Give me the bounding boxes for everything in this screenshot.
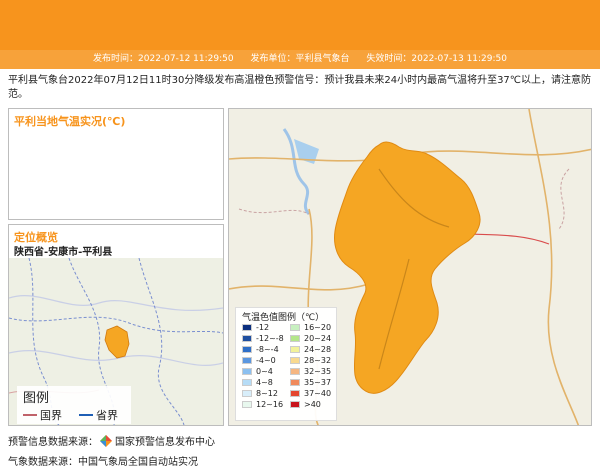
legend-item-label: 省界 (96, 409, 118, 422)
header-banner (0, 0, 600, 50)
temperature-legend-swatch (242, 346, 252, 353)
warning-area-map[interactable]: 气温色值图例（℃） -12 16~20 -12~-8 20~24 -8~-4 24~28-… (228, 108, 592, 426)
legend-item-national-border: 国界 (23, 407, 62, 423)
temperature-legend-swatch (290, 390, 300, 397)
temperature-legend-swatch (290, 379, 300, 386)
temperature-legend-item: -12~-8 (242, 334, 290, 343)
warning-source-line: 预警信息数据来源： 国家预警信息发布中心 (8, 433, 215, 448)
expire-time: 失效时间：2022-07-13 11:29:50 (366, 54, 507, 64)
legend-item-label: 国界 (40, 409, 62, 422)
overview-map[interactable]: 图例 国界 省界 (9, 258, 223, 425)
temperature-legend-swatch (242, 390, 252, 397)
issuer-label: 发布单位： (250, 54, 296, 64)
temperature-panel-title: 平利当地气温实况(℃) (14, 115, 126, 128)
publish-time: 发布时间：2022-07-12 11:29:50 (93, 54, 234, 64)
temperature-legend-item: 35~37 (290, 378, 338, 387)
publish-time-value: 2022-07-12 11:29:50 (138, 54, 234, 64)
warning-source-label: 预警信息数据来源： (8, 437, 98, 448)
warning-source-value: 国家预警信息发布中心 (115, 437, 215, 448)
national-border-swatch (23, 414, 37, 416)
temperature-legend-label: 0~4 (256, 367, 273, 376)
temperature-legend-item: 16~20 (290, 323, 338, 332)
warning-notice-text: 平利县气象台2022年07月12日11时30分降级发布高温橙色预警信号：预计我县… (8, 75, 592, 100)
publish-time-label: 发布时间： (93, 54, 139, 64)
temperature-legend-swatch (242, 368, 252, 375)
temperature-legend-label: -4~0 (256, 356, 276, 365)
temperature-legend-swatch (290, 324, 300, 331)
boundary-legend-title: 图例 (23, 391, 50, 406)
temperature-legend-label: 37~40 (304, 389, 332, 398)
temperature-legend-label: 12~16 (256, 400, 284, 409)
temperature-legend-swatch (242, 324, 252, 331)
temperature-legend-label: 35~37 (304, 378, 332, 387)
temperature-color-legend: 气温色值图例（℃） -12 16~20 -12~-8 20~24 -8~-4 24~28-… (235, 307, 337, 421)
temperature-panel: 平利当地气温实况(℃) (8, 108, 224, 220)
temperature-legend-label: 28~32 (304, 356, 332, 365)
info-bar: 发布时间：2022-07-12 11:29:50 发布单位：平利县气象台 失效时… (0, 50, 600, 69)
temperature-legend-label: 20~24 (304, 334, 332, 343)
temperature-legend-swatch (290, 357, 300, 364)
temperature-legend-item: 24~28 (290, 345, 338, 354)
location-path: 陕西省-安康市-平利县 (14, 247, 113, 258)
temperature-legend-label: 32~35 (304, 367, 332, 376)
weather-source-label: 气象数据来源： (8, 457, 78, 468)
provincial-border-swatch (79, 414, 93, 416)
temperature-legend-item: 20~24 (290, 334, 338, 343)
temperature-legend-label: 4~8 (256, 378, 273, 387)
temperature-legend-item: 37~40 (290, 389, 338, 398)
temperature-legend-item: -4~0 (242, 356, 290, 365)
issuer: 发布单位：平利县气象台 (250, 54, 349, 64)
boundary-legend: 图例 国界 省界 (17, 386, 131, 424)
temperature-legend-label: -8~-4 (256, 345, 279, 354)
expire-time-value: 2022-07-13 11:29:50 (411, 54, 507, 64)
temperature-legend-swatch (242, 335, 252, 342)
temperature-legend-label: 8~12 (256, 389, 278, 398)
temperature-legend-swatch (242, 401, 252, 408)
temperature-legend-label: 24~28 (304, 345, 332, 354)
temperature-legend-title: 气温色值图例（℃） (242, 313, 325, 323)
expire-time-label: 失效时间： (366, 54, 412, 64)
temperature-legend-item: 32~35 (290, 367, 338, 376)
warning-center-logo-icon (100, 434, 112, 447)
temperature-legend-item: 8~12 (242, 389, 290, 398)
temperature-legend-swatch (290, 401, 300, 408)
issuer-value: 平利县气象台 (295, 54, 350, 64)
temperature-legend-items: -12 16~20 -12~-8 20~24 -8~-4 24~28 -4~0 28~32 0~… (242, 323, 338, 409)
temperature-legend-swatch (242, 379, 252, 386)
temperature-legend-swatch (290, 335, 300, 342)
temperature-legend-item: -8~-4 (242, 345, 290, 354)
temperature-legend-swatch (290, 368, 300, 375)
temperature-legend-label: 16~20 (304, 323, 332, 332)
location-panel: 定位概览 陕西省-安康市-平利县 图例 国界 省界 (8, 224, 224, 426)
weather-source-line: 气象数据来源： 中国气象局全国自动站实况 (8, 453, 198, 468)
temperature-legend-item: 12~16 (242, 400, 290, 409)
temperature-legend-label: >40 (304, 400, 321, 409)
temperature-legend-item: >40 (290, 400, 338, 409)
legend-item-provincial-border: 省界 (79, 407, 118, 423)
temperature-legend-item: 4~8 (242, 378, 290, 387)
temperature-legend-label: -12 (256, 323, 270, 332)
temperature-legend-item: -12 (242, 323, 290, 332)
temperature-legend-item: 28~32 (290, 356, 338, 365)
temperature-legend-swatch (290, 346, 300, 353)
temperature-legend-label: -12~-8 (256, 334, 284, 343)
temperature-legend-item: 0~4 (242, 367, 290, 376)
temperature-legend-swatch (242, 357, 252, 364)
weather-source-value: 中国气象局全国自动站实况 (78, 457, 198, 468)
